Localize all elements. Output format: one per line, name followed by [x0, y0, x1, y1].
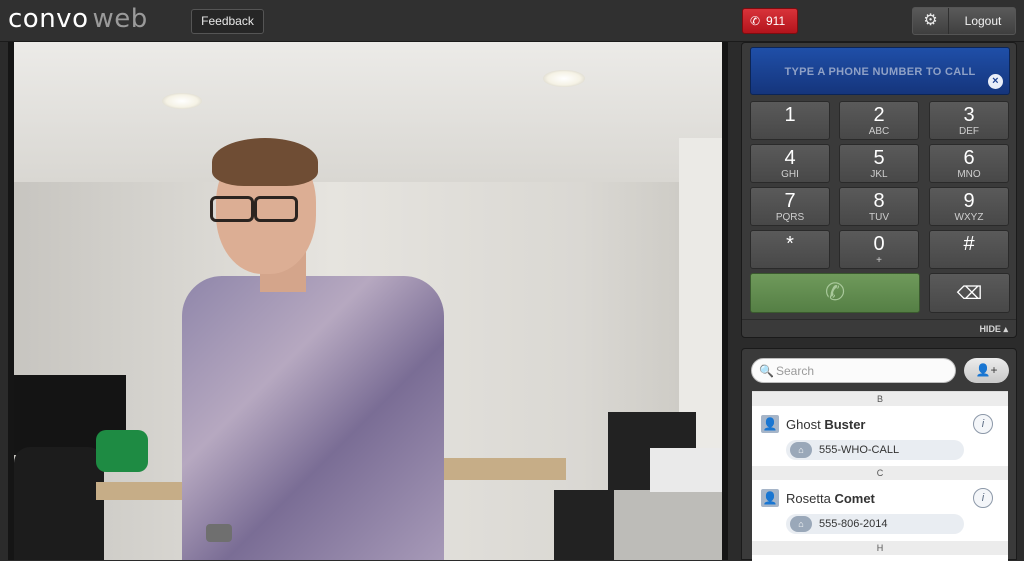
backspace-button[interactable]: ⌫ — [929, 273, 1010, 313]
contacts-panel: 🔍 Search 👤+ B 👤 Ghost Buster i ⌂ 555-WHO… — [741, 348, 1017, 561]
video-feed — [8, 42, 728, 560]
ceiling-light — [162, 93, 202, 109]
key-letters: TUV — [869, 212, 889, 223]
key-digit: 6 — [963, 147, 975, 169]
hide-dialpad-button[interactable]: HIDE ▴ — [979, 324, 1008, 335]
section-header: C — [752, 466, 1008, 480]
contact-number-text: 555-806-2014 — [819, 518, 888, 530]
video-cabinet — [614, 490, 722, 560]
contact-first-name: Rosetta — [786, 491, 831, 506]
contact-list: B 👤 Ghost Buster i ⌂ 555-WHO-CALL C 👤 Ro… — [752, 391, 1008, 561]
key-digit: 2 — [873, 104, 885, 126]
contact-number[interactable]: ⌂ 555-806-2014 — [786, 514, 964, 534]
key-letters: GHI — [781, 169, 799, 180]
emergency-911-button[interactable]: ✆ 911 — [742, 8, 798, 34]
contact-name: Rosetta Comet — [786, 491, 875, 506]
key-digit: 7 — [784, 190, 796, 212]
home-icon: ⌂ — [790, 442, 812, 458]
section-header: H — [752, 541, 1008, 555]
convo-logo: convo web — [8, 4, 148, 34]
contact-entry[interactable]: 👤 Rosetta Comet i ⌂ 555-806-2014 — [752, 480, 1008, 538]
key-digit: * — [786, 233, 794, 255]
dialpad-panel: TYPE A PHONE NUMBER TO CALL × 1 2 ABC 3 DE… — [741, 42, 1017, 338]
person-glasses — [210, 196, 302, 222]
key-2[interactable]: 2 ABC — [839, 101, 919, 140]
contact-search-input[interactable]: 🔍 Search — [751, 358, 956, 383]
logo-web: web — [92, 4, 148, 34]
contact-first-name: Ghost — [786, 417, 821, 432]
gear-icon[interactable]: ⚙ — [913, 8, 949, 34]
section-header: B — [752, 392, 1008, 406]
key-4[interactable]: 4 GHI — [750, 144, 830, 183]
key-0[interactable]: 0 + — [839, 230, 919, 269]
person-watch — [206, 524, 232, 542]
key-letters: MNO — [957, 169, 981, 180]
feedback-button[interactable]: Feedback — [191, 9, 264, 34]
key-digit: 8 — [873, 190, 885, 212]
logo-convo: convo — [8, 4, 89, 34]
contact-number-text: 555-WHO-CALL — [819, 444, 900, 456]
key-7[interactable]: 7 PQRS — [750, 187, 830, 226]
info-icon[interactable]: i — [973, 488, 993, 508]
emergency-911-label: 911 — [766, 14, 786, 28]
key-letters: + — [876, 255, 882, 266]
user-controls: ⚙ Logout — [912, 7, 1016, 35]
contact-last-name: Buster — [824, 417, 866, 432]
video-desk — [96, 482, 196, 500]
key-letters: DEF — [959, 126, 979, 137]
video-printer-face — [650, 448, 722, 492]
phone-icon: ✆ — [750, 14, 761, 28]
search-icon: 🔍 — [759, 364, 774, 378]
key-letters: WXYZ — [954, 212, 984, 223]
contact-number[interactable]: ⌂ 555-WHO-CALL — [786, 440, 964, 460]
clear-icon[interactable]: × — [988, 74, 1003, 89]
hide-label: HIDE — [979, 324, 1001, 334]
key-8[interactable]: 8 TUV — [839, 187, 919, 226]
key-9[interactable]: 9 WXYZ — [929, 187, 1009, 226]
key-digit: 4 — [784, 147, 796, 169]
contact-name: Ghost Buster — [786, 417, 866, 432]
home-icon: ⌂ — [790, 516, 812, 532]
key-digit: 3 — [963, 104, 975, 126]
phone-number-input[interactable]: TYPE A PHONE NUMBER TO CALL × — [750, 47, 1010, 95]
key-letters: JKL — [870, 169, 888, 180]
contact-avatar-icon: 👤 — [761, 415, 779, 433]
person-hair — [212, 138, 318, 186]
key-digit: 9 — [963, 190, 975, 212]
chevron-up-icon: ▴ — [1003, 324, 1008, 334]
contact-last-name: Comet — [834, 491, 875, 506]
key-6[interactable]: 6 MNO — [929, 144, 1009, 183]
key-digit: 5 — [873, 147, 885, 169]
video-chair — [14, 447, 104, 560]
backspace-icon: ⌫ — [956, 283, 983, 303]
video-ceiling — [14, 42, 722, 188]
key-star[interactable]: * — [750, 230, 830, 269]
key-letters: PQRS — [775, 212, 805, 223]
call-button[interactable]: ✆ — [750, 273, 920, 313]
dialpad-hide-bar: HIDE ▴ — [742, 319, 1016, 337]
contact-entry[interactable]: 👤 Ghost Buster i ⌂ 555-WHO-CALL — [752, 406, 1008, 464]
contact-avatar-icon: 👤 — [761, 489, 779, 507]
video-desk — [444, 458, 566, 480]
info-icon[interactable]: i — [973, 414, 993, 434]
video-shredder — [554, 490, 614, 560]
add-contact-button[interactable]: 👤+ — [964, 358, 1009, 383]
phone-number-placeholder: TYPE A PHONE NUMBER TO CALL — [784, 66, 976, 78]
key-digit: 1 — [784, 104, 796, 126]
key-1[interactable]: 1 — [750, 101, 830, 140]
key-letters: ABC — [868, 126, 890, 137]
ceiling-light — [543, 70, 585, 87]
phone-icon: ✆ — [824, 279, 846, 306]
search-placeholder: Search — [776, 364, 815, 378]
top-bar: convo web Feedback ✆ 911 ⚙ Logout — [0, 0, 1024, 42]
logout-button[interactable]: Logout — [950, 8, 1016, 34]
add-contact-icon: 👤+ — [975, 363, 998, 377]
key-3[interactable]: 3 DEF — [929, 101, 1009, 140]
key-digit: # — [963, 233, 975, 255]
video-bag — [96, 430, 148, 472]
person-shirt — [182, 276, 444, 560]
key-hash[interactable]: # — [929, 230, 1009, 269]
key-digit: 0 — [873, 233, 885, 255]
key-5[interactable]: 5 JKL — [839, 144, 919, 183]
